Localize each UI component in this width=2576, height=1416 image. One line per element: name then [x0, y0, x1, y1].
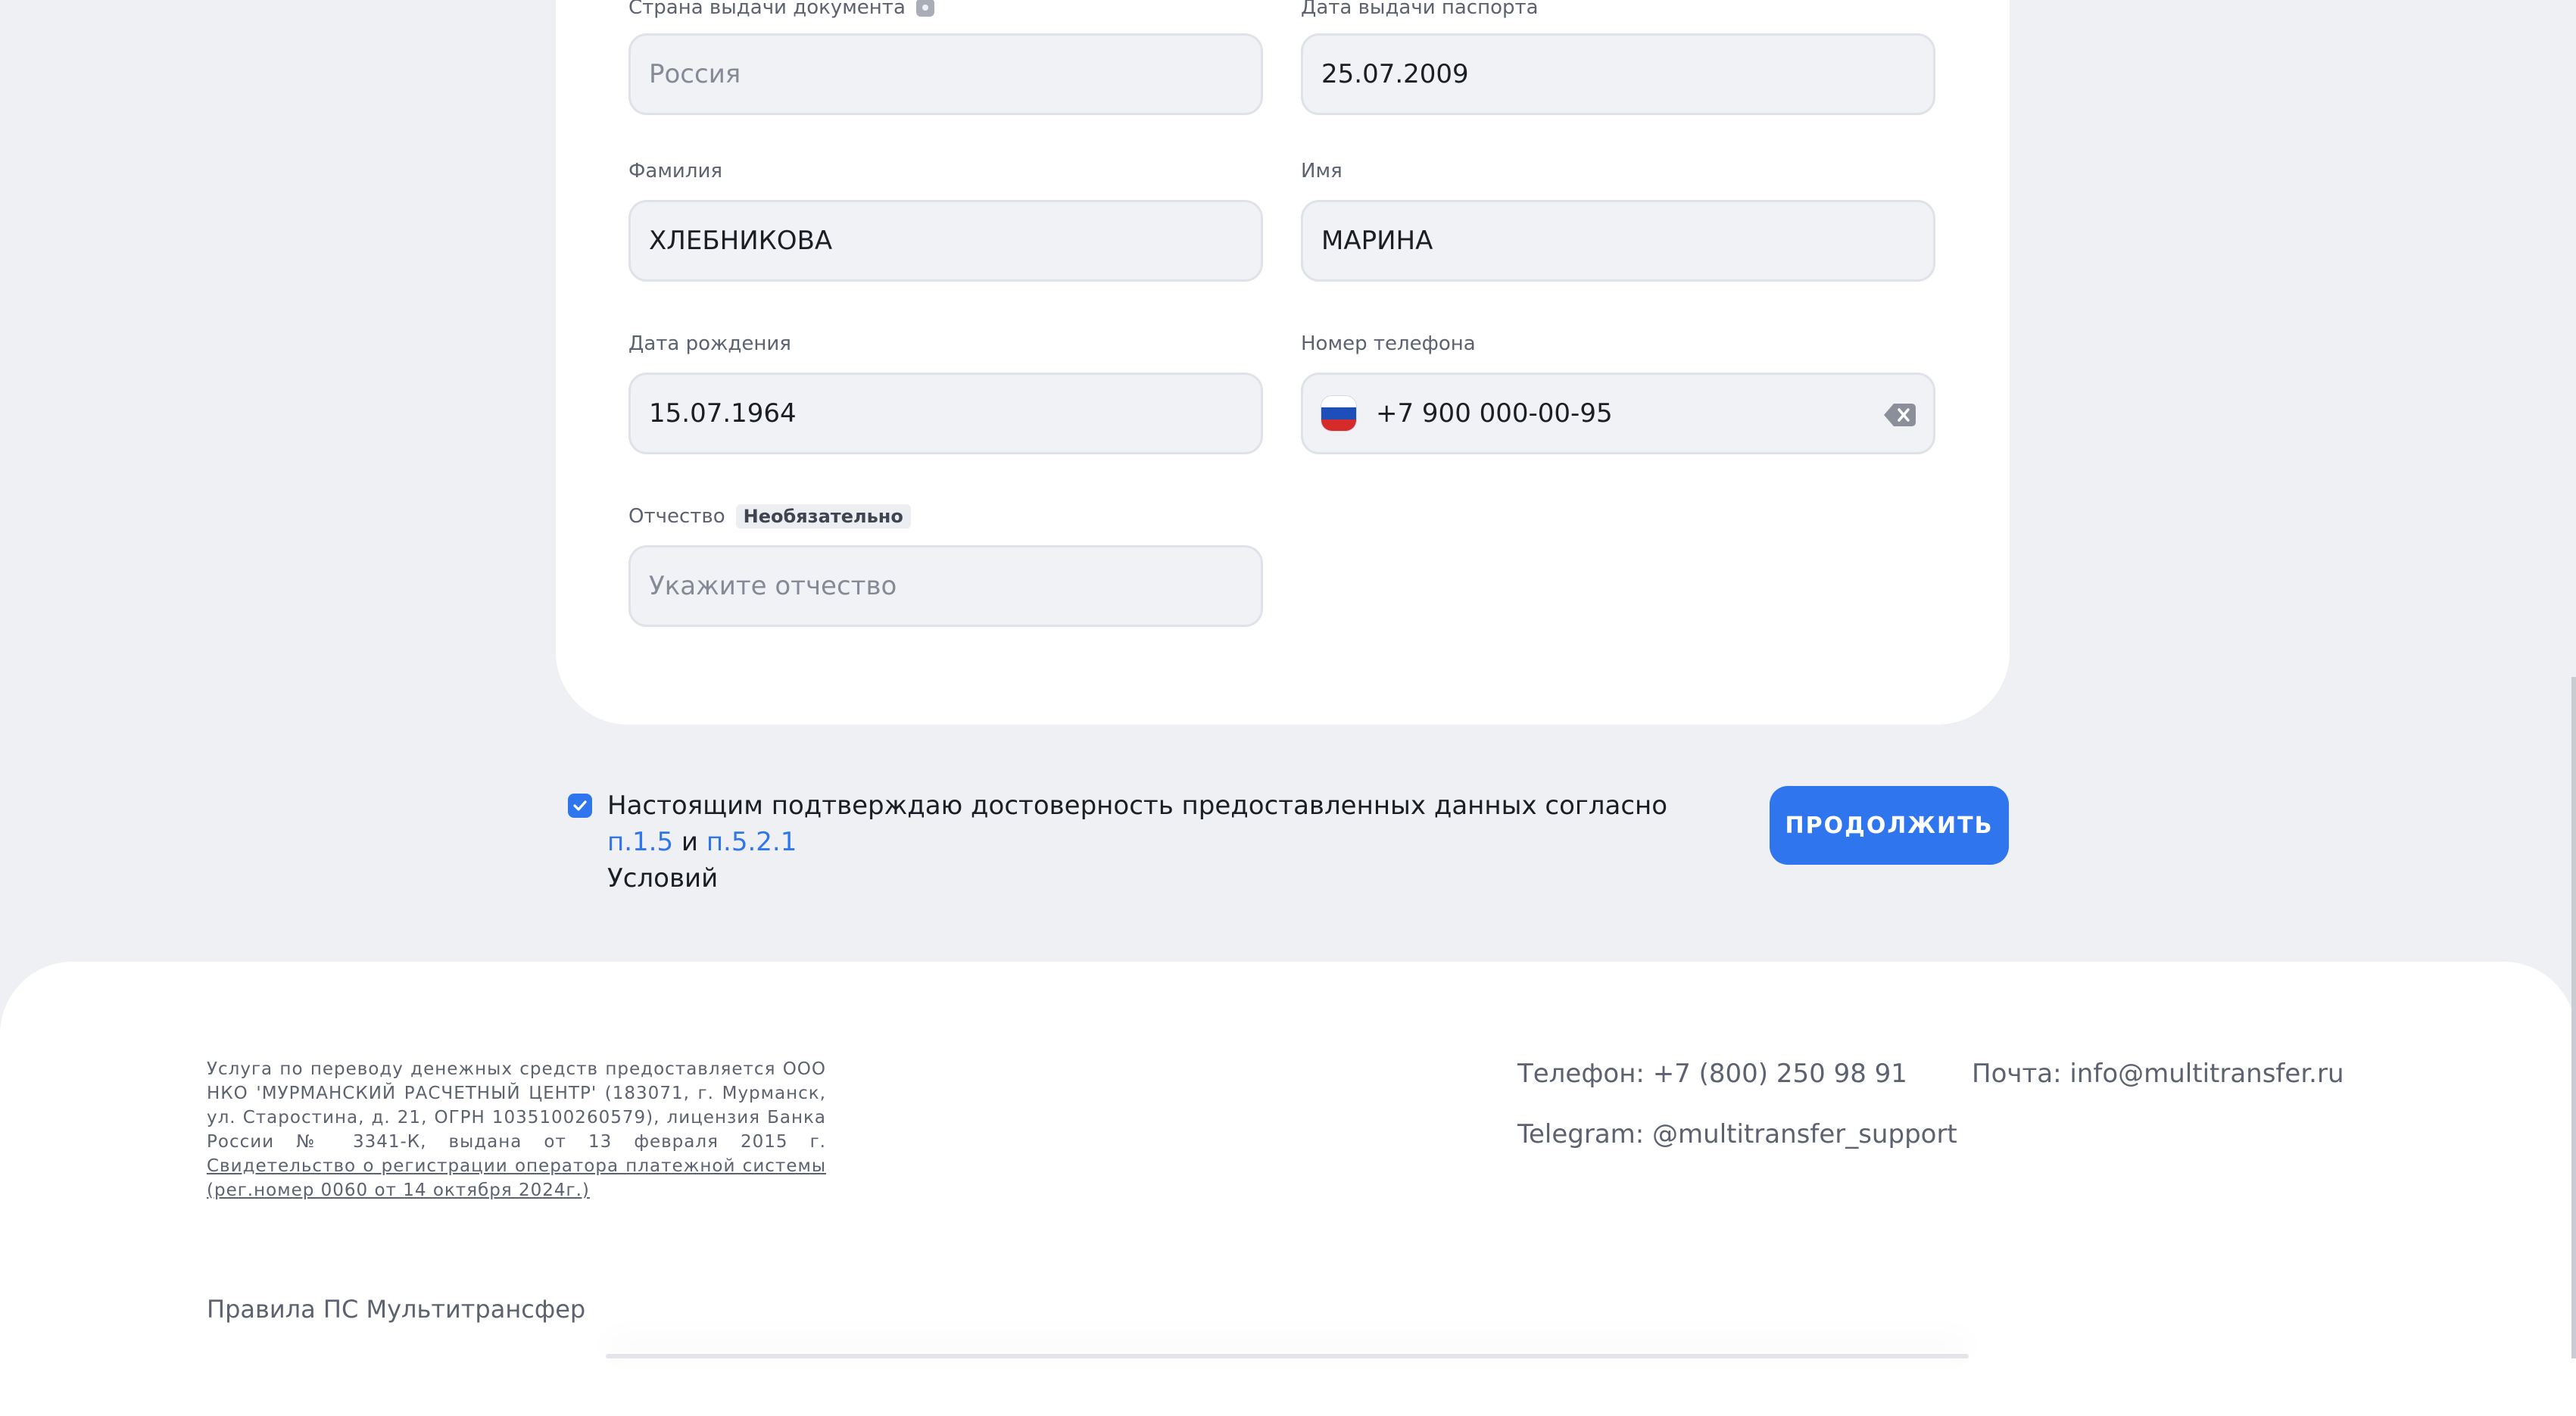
patronymic-label: Отчество Необязательно — [628, 503, 911, 530]
country-label: Страна выдачи документа — [628, 0, 934, 21]
consent-row: Настоящим подтверждаю достоверность пред… — [568, 788, 1689, 897]
consent-checkbox[interactable] — [568, 794, 592, 818]
legal-text: Услуга по переводу денежных средств пред… — [207, 1059, 826, 1200]
registration-certificate-link[interactable]: Свидетельство о регистрации оператора пл… — [207, 1156, 826, 1200]
surname-label: Фамилия — [628, 160, 722, 182]
russia-flag-icon[interactable] — [1321, 396, 1356, 431]
country-field[interactable]: Россия — [628, 33, 1263, 115]
terms-link-5-2-1[interactable]: п.5.2.1 — [706, 827, 797, 857]
phone-label: Номер телефона — [1301, 332, 1476, 355]
checkmark-icon — [573, 800, 587, 811]
footer-phone[interactable]: Телефон: +7 (800) 250 98 91 — [1517, 1059, 1907, 1089]
rules-link[interactable]: Правила ПС Мультитрансфер — [207, 1295, 585, 1324]
issue-date-field[interactable]: 25.07.2009 — [1301, 33, 1935, 115]
lock-icon — [915, 0, 934, 17]
footer-email[interactable]: Почта: info@multitransfer.ru — [1972, 1059, 2344, 1089]
birth-date-label: Дата рождения — [628, 332, 791, 355]
birth-date-field[interactable]: 15.07.1964 — [628, 373, 1263, 454]
name-label: Имя — [1301, 160, 1343, 182]
name-field[interactable]: МАРИНА — [1301, 200, 1935, 282]
scrollbar[interactable] — [2571, 677, 2576, 1358]
bottom-panel-edge — [606, 1354, 1969, 1358]
issue-date-label: Дата выдачи паспорта — [1301, 0, 1539, 19]
footer-telegram[interactable]: Telegram: @multitransfer_support — [1517, 1119, 1957, 1149]
surname-field[interactable]: ХЛЕБНИКОВА — [628, 200, 1263, 282]
patronymic-field[interactable]: Укажите отчество — [628, 545, 1263, 627]
phone-field[interactable]: +7 900 000-00-95 — [1301, 373, 1935, 454]
consent-text: Настоящим подтверждаю достоверность пред… — [607, 791, 1668, 894]
terms-link-1-5[interactable]: п.1.5 — [607, 827, 673, 857]
continue-button[interactable]: ПРОДОЛЖИТЬ — [1770, 786, 2009, 865]
optional-badge: Необязательно — [735, 504, 911, 529]
clear-icon[interactable] — [1883, 402, 1916, 428]
